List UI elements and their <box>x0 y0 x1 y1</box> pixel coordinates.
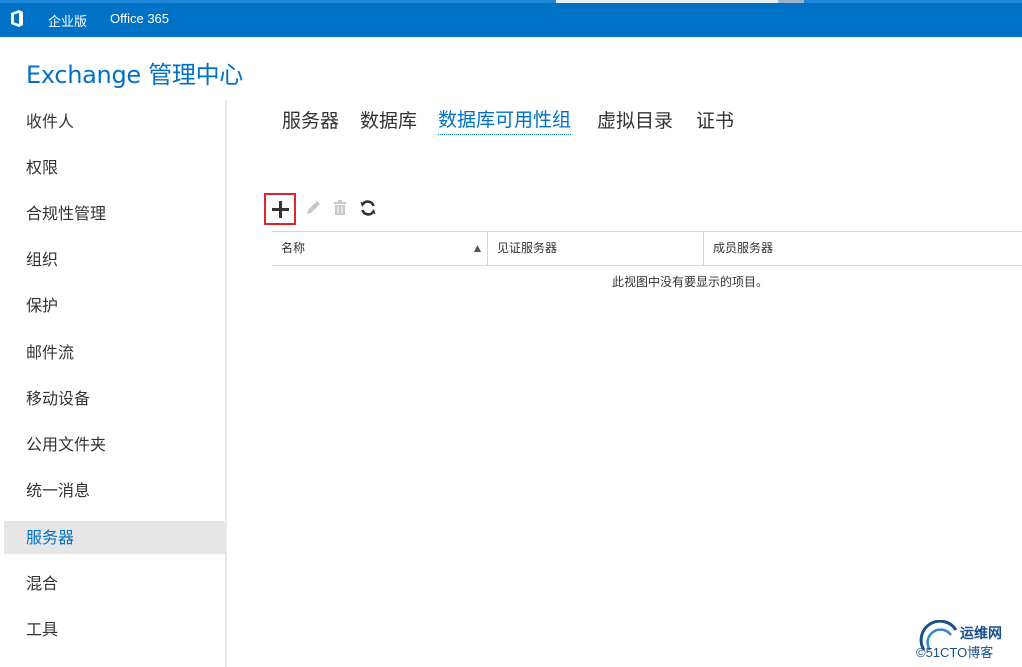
nav-item-public-folders[interactable]: 公用文件夹 <box>4 428 226 461</box>
nav-item-hybrid[interactable]: 混合 <box>4 567 226 600</box>
nav-item-unified-messaging[interactable]: 统一消息 <box>4 474 226 507</box>
nav-item-tools[interactable]: 工具 <box>4 613 226 646</box>
delete-icon[interactable] <box>331 199 349 217</box>
column-header-member-servers[interactable]: 成员服务器 <box>713 232 773 265</box>
column-divider[interactable] <box>487 232 488 265</box>
nav-item-compliance[interactable]: 合规性管理 <box>4 197 226 230</box>
watermark-name: 运维网 <box>960 626 1002 642</box>
tab-databases[interactable]: 数据库 <box>360 106 417 136</box>
enterprise-link[interactable]: 企业版 <box>48 11 87 30</box>
app-title: Exchange 管理中心 <box>26 61 243 89</box>
left-nav: 收件人 权限 合规性管理 组织 保护 邮件流 移动设备 公用文件夹 统一消息 服… <box>4 100 227 667</box>
tab-virtual-directories[interactable]: 虚拟目录 <box>597 106 673 136</box>
column-divider[interactable] <box>703 232 704 265</box>
nav-item-recipients[interactable]: 收件人 <box>4 105 226 138</box>
refresh-icon[interactable] <box>359 199 377 217</box>
office-logo-icon[interactable] <box>10 10 24 27</box>
tab-strip-gap <box>778 0 804 3</box>
nav-item-servers[interactable]: 服务器 <box>4 521 226 554</box>
nav-item-mail-flow[interactable]: 邮件流 <box>4 336 226 369</box>
edit-icon[interactable] <box>304 199 322 217</box>
nav-item-organization[interactable]: 组织 <box>4 243 226 276</box>
office365-link[interactable]: Office 365 <box>110 11 169 26</box>
empty-view-message: 此视图中没有要显示的项目。 <box>612 275 769 289</box>
sort-ascending-icon <box>474 245 481 252</box>
column-header-name[interactable]: 名称 <box>281 232 305 265</box>
tab-database-availability-groups[interactable]: 数据库可用性组 <box>438 106 572 135</box>
tab-certificates[interactable]: 证书 <box>696 106 734 136</box>
nav-item-protection[interactable]: 保护 <box>4 289 226 322</box>
add-button[interactable] <box>264 193 296 225</box>
nav-item-mobile[interactable]: 移动设备 <box>4 382 226 415</box>
top-bar: 企业版 Office 365 <box>0 0 1022 37</box>
watermark: 运维网 ©51CTO博客 <box>914 620 1018 664</box>
watermark-url: ©51CTO博客 <box>916 645 994 660</box>
tab-servers[interactable]: 服务器 <box>282 106 339 136</box>
nav-item-permissions[interactable]: 权限 <box>4 151 226 184</box>
add-icon <box>272 201 289 218</box>
column-header-witness-server[interactable]: 见证服务器 <box>497 232 557 265</box>
browser-tab-strip <box>0 0 1022 3</box>
tab-strip-highlight <box>556 0 804 3</box>
table-header: 名称 见证服务器 成员服务器 <box>272 231 1022 266</box>
